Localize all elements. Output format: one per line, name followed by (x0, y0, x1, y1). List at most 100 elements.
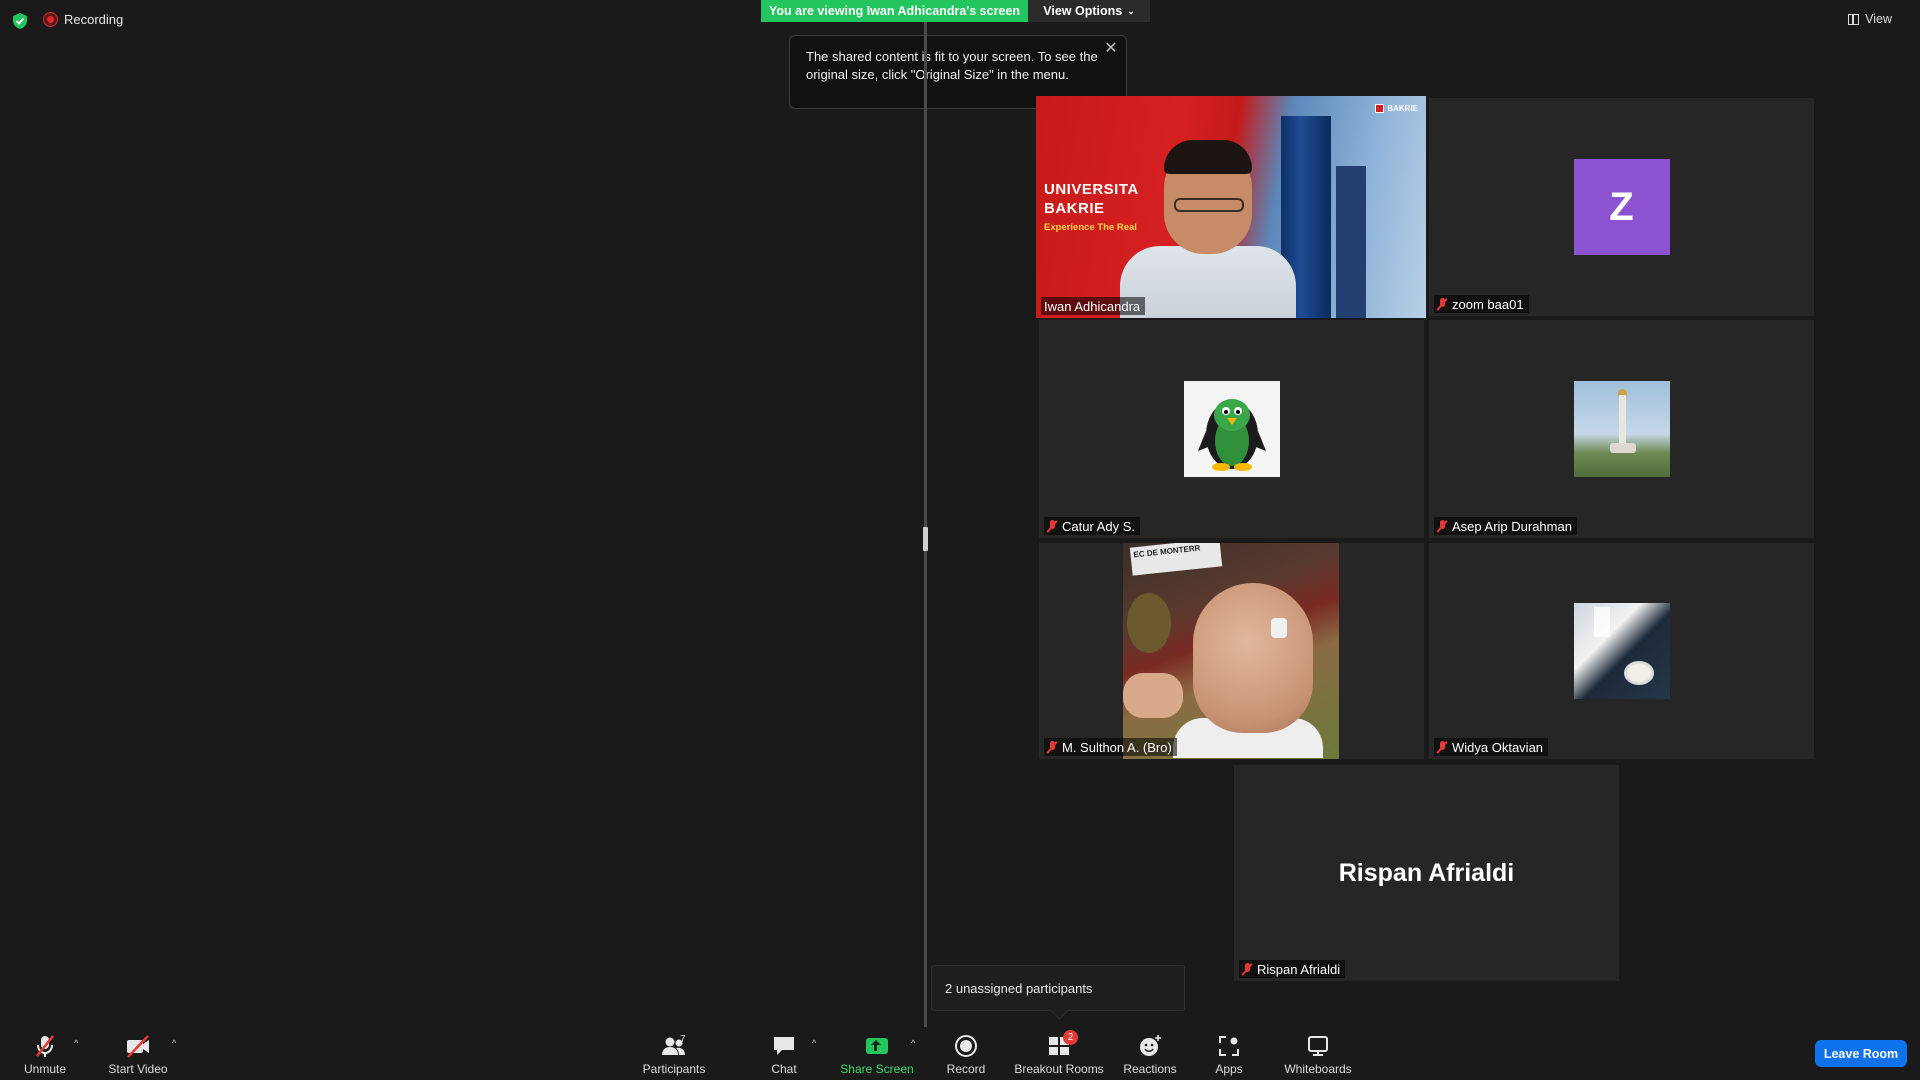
recording-label: Recording (64, 12, 124, 27)
video-building (1336, 166, 1366, 318)
avatar (1573, 381, 1670, 477)
audio-options-caret-icon[interactable]: ^ (74, 1038, 78, 1048)
participant-name: Iwan Adhicandra (1044, 298, 1141, 314)
chat-label: Chat (771, 1062, 797, 1076)
start-video-button[interactable]: Start Video (104, 1027, 172, 1080)
reactions-button[interactable]: Reactions (1123, 1027, 1177, 1080)
video-university-text: UNIVERSITA BAKRIE (1044, 180, 1139, 218)
chat-button[interactable]: Chat (766, 1027, 802, 1080)
video-tile-catur[interactable]: Catur Ady S. (1039, 320, 1424, 538)
university-line1: UNIVERSITA (1044, 181, 1139, 198)
apps-icon (1219, 1036, 1239, 1056)
photo-sticker (1271, 618, 1287, 638)
photo-child-head (1193, 583, 1313, 733)
leave-room-button[interactable]: Leave Room (1815, 1040, 1907, 1067)
mic-muted-icon (36, 1035, 54, 1057)
unmute-button[interactable]: Unmute (14, 1027, 76, 1080)
meeting-toolbar: Unmute ^ Start Video ^ 7 Participants Ch… (0, 1027, 1920, 1080)
photo-coffee-cup (1623, 661, 1654, 685)
mic-muted-icon (1437, 740, 1447, 754)
whiteboards-button[interactable]: Whiteboards (1282, 1027, 1354, 1080)
breakout-rooms-button[interactable]: 2 Breakout Rooms (1012, 1027, 1106, 1080)
photo-kiwi (1127, 593, 1171, 653)
participant-photo: EC DE MONTERR (1123, 543, 1339, 759)
record-dot-icon (44, 13, 57, 26)
speaker-body (1120, 246, 1296, 318)
participants-count: 7 (680, 1034, 686, 1045)
mic-muted-icon (1047, 740, 1057, 754)
mic-muted-icon (1242, 962, 1252, 976)
video-tagline: Experience The Real (1044, 222, 1137, 233)
layout-icon (1848, 13, 1860, 25)
video-tile-widya[interactable]: Widya Oktavian (1429, 543, 1814, 759)
video-off-icon (127, 1035, 149, 1058)
unassigned-participants-popup[interactable]: 2 unassigned participants (931, 965, 1185, 1011)
record-icon (955, 1035, 977, 1057)
participant-name-label: Catur Ady S. (1044, 517, 1140, 535)
view-options-label: View Options (1043, 4, 1123, 18)
mic-muted-icon (1437, 519, 1447, 533)
participant-name-label: Asep Arip Durahman (1434, 517, 1577, 535)
participant-name-label: Iwan Adhicandra (1041, 297, 1146, 315)
avatar (1573, 603, 1670, 699)
view-button[interactable]: View (1848, 12, 1892, 26)
shield-icon[interactable] (13, 13, 27, 29)
mic-muted-icon (1047, 519, 1057, 533)
view-label: View (1865, 12, 1892, 26)
penguin-avatar-icon (1197, 399, 1266, 471)
whiteboards-label: Whiteboards (1284, 1062, 1352, 1076)
participant-name-label: zoom baa01 (1434, 295, 1529, 313)
store-sign: EC DE MONTERR (1129, 543, 1223, 576)
apps-label: Apps (1215, 1062, 1243, 1076)
apps-button[interactable]: Apps (1212, 1027, 1246, 1080)
chat-options-caret-icon[interactable]: ^ (812, 1038, 816, 1048)
share-screen-icon (866, 1038, 888, 1054)
unmute-label: Unmute (23, 1062, 67, 1076)
video-tile-asep[interactable]: Asep Arip Durahman (1429, 320, 1814, 538)
video-tile-zoom-baa01[interactable]: Z zoom baa01 (1429, 98, 1814, 316)
breakout-badge: 2 (1063, 1030, 1078, 1045)
university-line2: BAKRIE (1044, 200, 1105, 217)
meeting-window: Recording You are viewing Iwan Adhicandr… (0, 0, 1920, 1080)
recording-indicator[interactable]: Recording (44, 12, 123, 27)
chevron-down-icon: ⌄ (1127, 5, 1135, 16)
video-tile-rispan[interactable]: Rispan Afrialdi Rispan Afrialdi (1234, 765, 1619, 981)
logo-mark-icon (1375, 104, 1385, 113)
share-options-caret-icon[interactable]: ^ (911, 1038, 915, 1048)
participants-label: Participants (642, 1062, 706, 1076)
video-options-caret-icon[interactable]: ^ (172, 1038, 176, 1048)
participant-name-label: Rispan Afrialdi (1239, 960, 1346, 978)
photo-hand (1123, 673, 1183, 718)
close-icon[interactable]: ✕ (1104, 41, 1118, 57)
record-label: Record (946, 1062, 986, 1076)
share-screen-button[interactable]: Share Screen (838, 1027, 916, 1080)
participant-name: M. Sulthon A. (Bro) (1062, 739, 1172, 755)
participant-name: Widya Oktavian (1452, 739, 1544, 755)
mic-muted-icon (1437, 297, 1447, 311)
participant-name: Catur Ady S. (1062, 518, 1135, 534)
bakrie-logo: BAKRIE (1375, 104, 1418, 113)
view-options-button[interactable]: View Options ⌄ (1028, 0, 1150, 22)
tooltip-text: The shared content is fit to your screen… (806, 49, 1098, 82)
panel-splitter[interactable] (924, 22, 927, 1027)
record-button[interactable]: Record (940, 1027, 992, 1080)
participant-display-name: Rispan Afrialdi (1338, 858, 1515, 887)
participant-name: Rispan Afrialdi (1257, 961, 1341, 977)
share-screen-label: Share Screen (840, 1062, 914, 1076)
video-tile-sulthon[interactable]: EC DE MONTERR M. Sulthon A. (Bro) (1039, 543, 1424, 759)
reactions-icon (1140, 1035, 1161, 1056)
avatar: Z (1573, 159, 1670, 255)
speaker-glasses (1174, 198, 1244, 212)
photo-glass (1593, 607, 1610, 637)
breakout-rooms-label: Breakout Rooms (1014, 1062, 1104, 1076)
splitter-grip-handle[interactable] (923, 527, 928, 551)
speaker-hair (1164, 140, 1252, 174)
reactions-label: Reactions (1123, 1062, 1177, 1076)
participant-name: zoom baa01 (1452, 296, 1524, 312)
participant-name-label: M. Sulthon A. (Bro) (1044, 738, 1177, 756)
bakrie-logo-text: BAKRIE (1387, 104, 1418, 113)
video-tile-iwan[interactable]: BAKRIE UNIVERSITA BAKRIE Experience The … (1036, 96, 1426, 318)
participant-name: Asep Arip Durahman (1452, 518, 1572, 534)
whiteboard-icon (1308, 1036, 1328, 1056)
participants-button[interactable]: 7 Participants (640, 1027, 708, 1080)
